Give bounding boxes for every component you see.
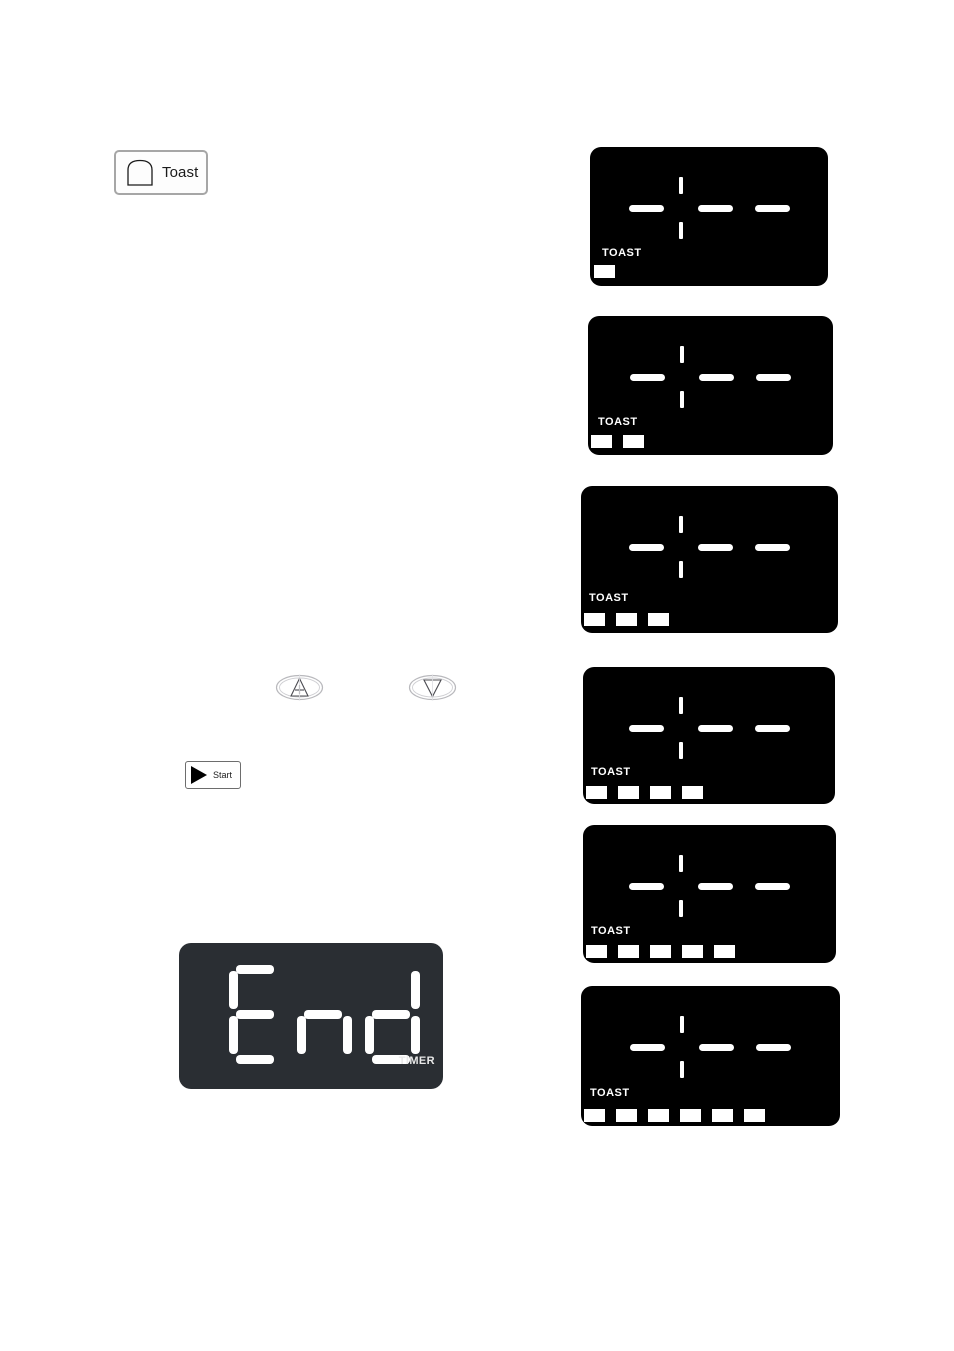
lcd-dash-segment bbox=[756, 1043, 791, 1051]
seven-segment-digit bbox=[363, 965, 425, 1065]
lcd-dash-segment bbox=[754, 204, 790, 212]
segment-d bbox=[236, 1055, 274, 1064]
browning-level-indicator bbox=[584, 613, 680, 626]
browning-level-bar bbox=[682, 786, 703, 799]
browning-level-bar bbox=[648, 613, 669, 626]
browning-level-bar bbox=[618, 786, 639, 799]
lcd-dash-segment bbox=[698, 882, 733, 890]
lcd-colon-icon bbox=[664, 516, 698, 578]
browning-level-bar bbox=[591, 435, 612, 448]
seven-segment-digit bbox=[295, 965, 357, 1065]
lcd-display-panel: TOAST bbox=[588, 316, 833, 455]
browning-level-bar bbox=[648, 1109, 669, 1122]
lcd-display-panel: TOAST bbox=[590, 147, 828, 286]
lcd-time-readout bbox=[581, 516, 838, 578]
seven-segment-digit bbox=[227, 965, 289, 1065]
segment-b bbox=[411, 971, 420, 1009]
browning-level-bar bbox=[714, 945, 735, 958]
decrease-temperature-button[interactable] bbox=[408, 674, 457, 701]
browning-level-bar bbox=[744, 1109, 765, 1122]
down-triangle-icon bbox=[408, 674, 457, 701]
segment-g bbox=[304, 1010, 342, 1019]
up-triangle-plus-icon bbox=[275, 674, 324, 701]
lcd-dash-segment bbox=[697, 204, 733, 212]
lcd-dash-segment bbox=[628, 724, 664, 732]
browning-level-indicator bbox=[586, 945, 746, 958]
lcd-dash-segment bbox=[697, 724, 733, 732]
lcd-colon-icon bbox=[664, 697, 698, 759]
lcd-colon-icon bbox=[665, 346, 699, 408]
browning-level-indicator bbox=[586, 786, 714, 799]
segment-f bbox=[229, 971, 238, 1009]
lcd-display-panel: TOAST bbox=[583, 825, 836, 963]
browning-level-bar bbox=[584, 613, 605, 626]
browning-level-bar bbox=[586, 786, 607, 799]
lcd-dash-segment bbox=[629, 882, 664, 890]
lcd-dash-segment bbox=[628, 204, 664, 212]
lcd-dash-segment bbox=[630, 1043, 665, 1051]
browning-level-indicator bbox=[584, 1109, 776, 1122]
lcd-mode-label: TOAST bbox=[598, 416, 638, 428]
lcd-display-panel: TOAST bbox=[581, 486, 838, 633]
browning-level-indicator bbox=[591, 435, 655, 448]
lcd-dash-segment bbox=[755, 543, 790, 551]
bread-slice-icon bbox=[125, 159, 155, 187]
browning-level-bar bbox=[594, 265, 615, 278]
lcd-time-readout bbox=[590, 177, 828, 239]
increase-temperature-button[interactable] bbox=[275, 674, 324, 701]
segment-e bbox=[297, 1016, 306, 1054]
segment-a bbox=[236, 965, 274, 974]
start-button-label: Start bbox=[213, 770, 233, 780]
browning-level-indicator bbox=[594, 265, 626, 278]
browning-level-bar bbox=[584, 1109, 605, 1122]
browning-level-bar bbox=[682, 945, 703, 958]
lcd-mode-label: TOAST bbox=[591, 766, 631, 778]
lcd-dash-segment bbox=[699, 373, 734, 381]
lcd-mode-label: TOAST bbox=[590, 1087, 630, 1099]
lcd-colon-icon bbox=[664, 177, 698, 239]
lcd-dash-segment bbox=[698, 543, 733, 551]
segment-g bbox=[372, 1010, 410, 1019]
browning-level-bar bbox=[616, 613, 637, 626]
browning-level-bar bbox=[586, 945, 607, 958]
end-timer-display: TIMER bbox=[179, 943, 443, 1089]
segment-e bbox=[229, 1016, 238, 1054]
manual-page: { "controls": { "toast_button": { "label… bbox=[0, 0, 954, 1351]
lcd-dash-segment bbox=[630, 373, 665, 381]
lcd-time-readout bbox=[581, 1016, 840, 1078]
timer-indicator-label: TIMER bbox=[398, 1055, 435, 1067]
browning-level-bar bbox=[616, 1109, 637, 1122]
segment-c bbox=[343, 1016, 352, 1054]
lcd-dash-segment bbox=[754, 724, 790, 732]
lcd-mode-label: TOAST bbox=[589, 592, 629, 604]
browning-level-bar bbox=[680, 1109, 701, 1122]
seven-segment-digits bbox=[227, 965, 431, 1065]
segment-c bbox=[411, 1016, 420, 1054]
play-triangle-icon bbox=[191, 766, 207, 784]
lcd-colon-icon bbox=[665, 1016, 699, 1078]
lcd-time-readout bbox=[583, 855, 836, 917]
lcd-dash-segment bbox=[629, 543, 664, 551]
lcd-time-readout bbox=[588, 346, 833, 408]
browning-level-bar bbox=[623, 435, 644, 448]
lcd-display-panel: TOAST bbox=[581, 986, 840, 1126]
start-button[interactable]: Start bbox=[185, 761, 241, 789]
lcd-time-readout bbox=[583, 697, 835, 759]
lcd-mode-label: TOAST bbox=[602, 247, 642, 259]
browning-level-bar bbox=[650, 786, 671, 799]
lcd-display-panel: TOAST bbox=[583, 667, 835, 804]
segment-g bbox=[236, 1010, 274, 1019]
toast-mode-button[interactable]: Toast bbox=[114, 150, 208, 195]
lcd-dash-segment bbox=[756, 373, 791, 381]
browning-level-bar bbox=[712, 1109, 733, 1122]
lcd-dash-segment bbox=[699, 1043, 734, 1051]
lcd-colon-icon bbox=[664, 855, 698, 917]
lcd-mode-label: TOAST bbox=[591, 925, 631, 937]
browning-level-bar bbox=[650, 945, 671, 958]
lcd-dash-segment bbox=[755, 882, 790, 890]
browning-level-bar bbox=[618, 945, 639, 958]
segment-e bbox=[365, 1016, 374, 1054]
toast-button-label: Toast bbox=[162, 164, 199, 181]
